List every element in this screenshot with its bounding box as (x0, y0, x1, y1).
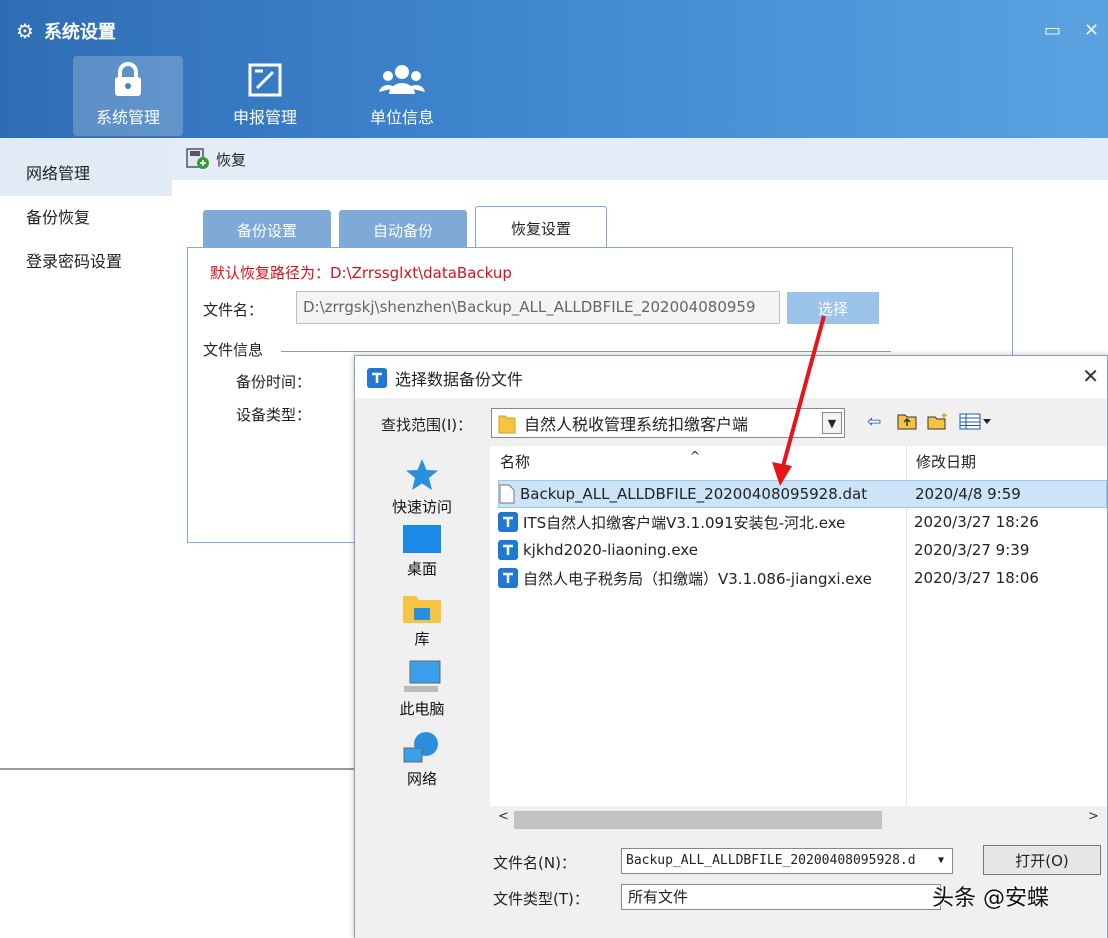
dialog-body: 查找范围(I)： 自然人税收管理系统扣缴客户端 ▼ ⇦ 快速访问 桌面 库 此电… (355, 398, 1107, 938)
tab-auto-backup[interactable]: 自动备份 (339, 210, 467, 250)
desktop-icon (403, 525, 441, 553)
back-icon[interactable]: ⇦ (867, 412, 881, 432)
file-name-label: 文件名： (203, 301, 264, 319)
column-header-modified[interactable]: 修改日期 (916, 446, 976, 478)
nav-declaration-management[interactable]: 申报管理 (210, 56, 320, 136)
window-title: ⚙ 系统设置 (16, 18, 116, 44)
file-date: 2020/3/27 18:26 (914, 513, 1039, 531)
sort-ascending-icon: ^ (690, 449, 701, 463)
divider (0, 768, 360, 770)
file-type-select[interactable]: 所有文件 (621, 884, 941, 910)
app-icon (367, 368, 387, 388)
close-icon[interactable]: ✕ (1084, 20, 1099, 41)
dialog-title: 选择数据备份文件 (367, 366, 523, 390)
content-header-label: 恢复 (216, 150, 247, 169)
tab-bar: 备份设置 自动备份 恢复设置 (203, 206, 607, 250)
column-header-name[interactable]: 名称 (500, 446, 530, 478)
file-name-field[interactable]: Backup_ALL_ALLDBFILE_20200408095928.d ▼ (621, 848, 953, 874)
dialog-title-text: 选择数据备份文件 (395, 370, 524, 389)
file-name: 自然人电子税务局（扣缴端）V3.1.086-jiangxi.exe (523, 569, 872, 588)
scrollbar-thumb[interactable] (514, 811, 882, 829)
file-row[interactable]: kjkhd2020-liaoning.exe 2020/3/27 9:39 (498, 536, 1107, 564)
place-library[interactable]: 库 (363, 592, 481, 649)
open-button[interactable]: 打开(O) (983, 845, 1101, 875)
look-in-select[interactable]: 自然人税收管理系统扣缴客户端 ▼ (491, 408, 845, 438)
maximize-icon[interactable]: ▭ (1044, 20, 1061, 41)
backup-time-label: 备份时间： (236, 373, 312, 391)
place-label: 库 (414, 630, 430, 648)
nav-system-management[interactable]: 系统管理 (73, 56, 183, 136)
place-desktop[interactable]: 桌面 (363, 524, 481, 579)
backup-type-label: 设备类型： (236, 406, 312, 424)
chevron-down-icon[interactable]: ▼ (822, 412, 842, 434)
watermark: 头条 @安蝶 (932, 886, 1049, 911)
file-info-label: 文件信息 (203, 341, 264, 359)
installer-icon (498, 512, 518, 532)
file-row[interactable]: ITS自然人扣缴客户端V3.1.091安装包-河北.exe 2020/3/27 … (498, 508, 1107, 536)
sidebar-item-login-password[interactable]: 登录密码设置 (0, 240, 172, 284)
chevron-down-icon[interactable]: ▼ (932, 851, 950, 871)
star-icon (406, 459, 438, 490)
default-restore-path: 默认恢复路径为：D:\Zrrssglxt\dataBackup (210, 264, 512, 282)
file-date: 2020/3/27 18:06 (914, 569, 1039, 587)
place-label: 快速访问 (391, 498, 452, 516)
look-in-value: 自然人税收管理系统扣缴客户端 (524, 415, 749, 434)
choose-button[interactable]: 选择 (787, 292, 879, 324)
library-icon (403, 596, 441, 623)
sidebar-item-network[interactable]: 网络管理 (0, 138, 172, 196)
up-folder-icon[interactable] (897, 412, 917, 435)
view-menu-icon[interactable] (959, 412, 993, 435)
title-bar: ⚙ 系统设置 ▭ ✕ 系统管理 申报管理 单位信息 (0, 0, 1108, 138)
lock-icon (115, 62, 141, 96)
file-date: 2020/3/27 9:39 (914, 541, 1030, 559)
file-icon (499, 484, 515, 504)
place-label: 桌面 (406, 560, 437, 578)
file-name: Backup_ALL_ALLDBFILE_20200408095928.dat (520, 485, 868, 503)
file-list: 名称 ^ 修改日期 Backup_ALL_ALLDBFILE_202004080… (490, 446, 1107, 806)
sidebar: 网络管理 备份恢复 登录密码设置 (0, 138, 172, 768)
scroll-right-icon[interactable]: > (1088, 809, 1099, 824)
place-label: 网络 (406, 770, 437, 788)
place-this-pc[interactable]: 此电脑 (363, 660, 481, 719)
nav-unit-info[interactable]: 单位信息 (347, 56, 457, 136)
divider (281, 351, 891, 352)
file-name-value: Backup_ALL_ALLDBFILE_20200408095928.d (626, 853, 916, 868)
nav-label: 系统管理 (95, 108, 160, 127)
places-bar: 快速访问 桌面 库 此电脑 网络 (363, 446, 481, 846)
folder-icon (498, 415, 516, 434)
file-row[interactable]: Backup_ALL_ALLDBFILE_20200408095928.dat … (498, 480, 1107, 508)
new-folder-icon[interactable] (927, 412, 949, 435)
file-path-input[interactable]: D:\zrrgskj\shenzhen\Backup_ALL_ALLDBFILE… (296, 291, 780, 324)
place-network[interactable]: 网络 (363, 730, 481, 789)
file-type-label: 文件类型(T)： (493, 890, 589, 908)
place-quick-access[interactable]: 快速访问 (363, 458, 481, 517)
nav-label: 申报管理 (232, 108, 297, 127)
file-dialog: 选择数据备份文件 ✕ 查找范围(I)： 自然人税收管理系统扣缴客户端 ▼ ⇦ 快… (354, 355, 1108, 938)
content-header: 恢复 (172, 138, 1108, 180)
window-title-text: 系统设置 (43, 22, 116, 43)
file-date: 2020/4/8 9:59 (915, 485, 1021, 503)
tab-restore-settings[interactable]: 恢复设置 (475, 206, 607, 250)
file-name: ITS自然人扣缴客户端V3.1.091安装包-河北.exe (523, 513, 846, 532)
network-icon (403, 732, 438, 763)
restore-icon (186, 148, 209, 169)
sidebar-item-backup-restore[interactable]: 备份恢复 (0, 196, 172, 240)
horizontal-scrollbar[interactable]: < > (490, 806, 1107, 832)
gear-icon: ⚙ (16, 19, 34, 43)
installer-icon (498, 540, 518, 560)
file-name-label: 文件名(N)： (493, 854, 576, 872)
close-icon[interactable]: ✕ (1082, 364, 1099, 388)
file-name: kjkhd2020-liaoning.exe (523, 541, 698, 559)
computer-icon (404, 660, 441, 692)
tab-backup-settings[interactable]: 备份设置 (203, 210, 331, 250)
users-icon (379, 65, 425, 94)
nav-label: 单位信息 (369, 108, 434, 127)
scroll-left-icon[interactable]: < (498, 809, 509, 824)
edit-form-icon (248, 63, 282, 97)
place-label: 此电脑 (399, 700, 445, 718)
look-in-label: 查找范围(I)： (381, 416, 473, 434)
installer-icon (498, 568, 518, 588)
file-row[interactable]: 自然人电子税务局（扣缴端）V3.1.086-jiangxi.exe 2020/3… (498, 564, 1107, 592)
